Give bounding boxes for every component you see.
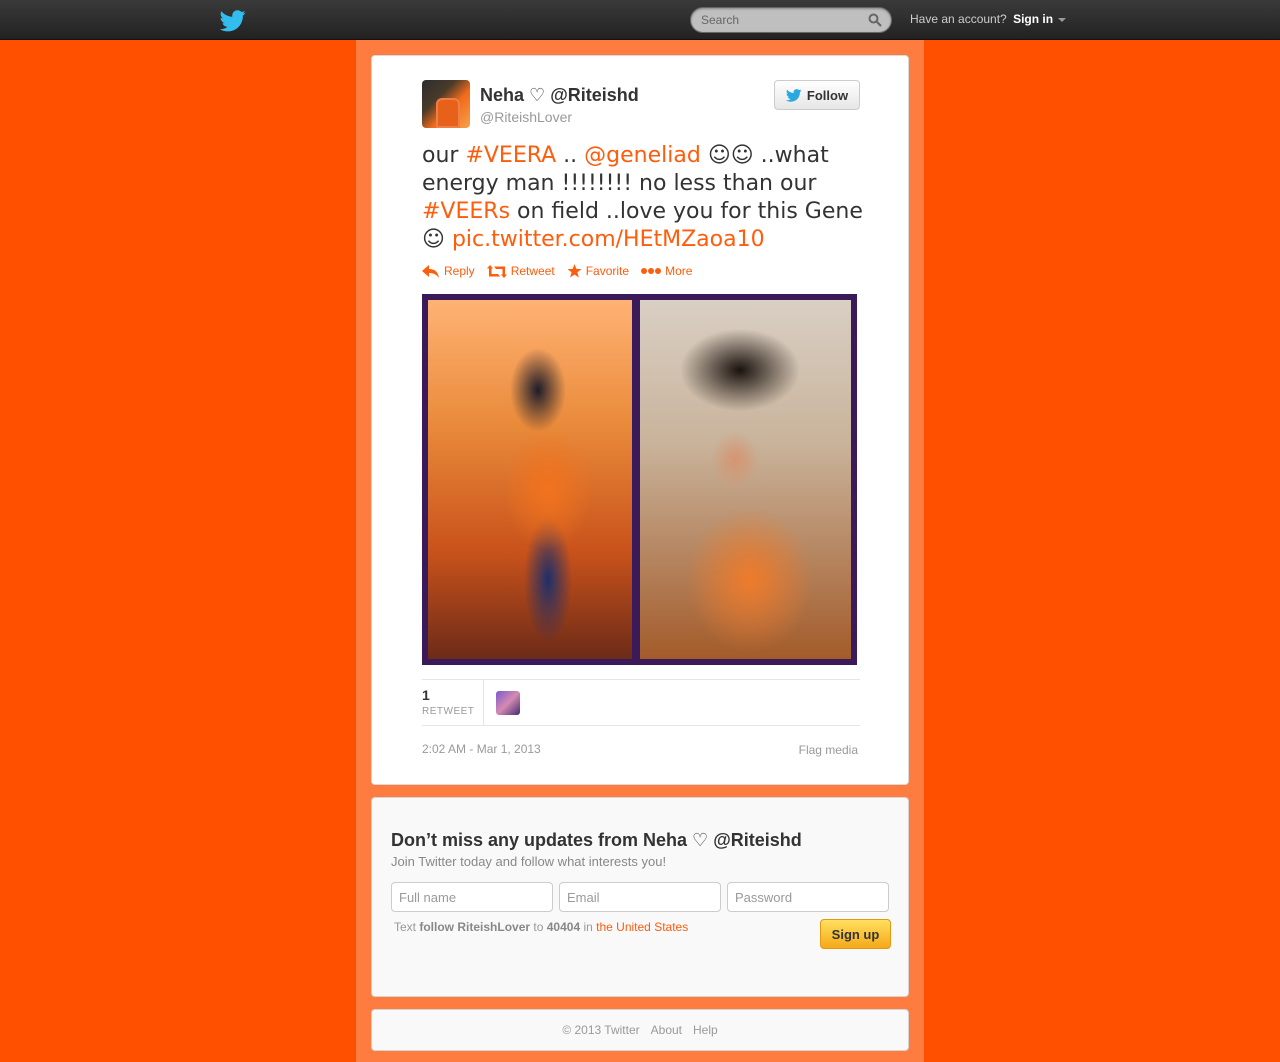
have-account-text: Have an account? [910, 12, 1007, 26]
hashtag-link[interactable]: #VEERs [422, 199, 510, 224]
search-input[interactable] [701, 11, 861, 29]
email-field[interactable] [559, 882, 721, 912]
fullname-handle: @Riteishd [550, 85, 639, 105]
sms-follow-text: Text follow RiteishLover to 40404 in the… [394, 920, 688, 934]
help-link[interactable]: Help [693, 1023, 718, 1037]
heart-symbol: ♡ [529, 85, 546, 105]
retweeter-avatar[interactable] [496, 691, 520, 715]
account-menu: Have an account? Sign in [910, 12, 1067, 26]
tweet-timestamp[interactable]: 2:02 AM - Mar 1, 2013 [422, 742, 541, 756]
sms-command: follow RiteishLover [419, 920, 531, 934]
tweet-media-image[interactable] [422, 294, 857, 665]
media-panel-left [428, 300, 632, 659]
tweet-text: our #VEERA .. @geneliad ☺☺ ..what energy… [422, 142, 870, 254]
reply-button[interactable]: Reply [422, 264, 475, 278]
twitter-bird-icon [785, 88, 802, 102]
retweet-label: Retweet [510, 264, 555, 278]
retweet-icon [486, 264, 507, 278]
follow-button[interactable]: Follow [774, 80, 860, 110]
tweet-text-part: our [422, 143, 466, 168]
country-link[interactable]: the United States [596, 920, 688, 934]
sms-to: to [533, 920, 544, 934]
more-button[interactable]: More [641, 264, 692, 278]
follow-label: Follow [806, 87, 849, 103]
reply-label: Reply [444, 264, 475, 278]
full-name-field[interactable] [391, 882, 553, 912]
footer: © 2013 Twitter About Help [371, 1009, 909, 1051]
hashtag-link[interactable]: #VEERA [465, 143, 556, 168]
sign-in-link[interactable]: Sign in [1013, 12, 1053, 26]
flag-media-link[interactable]: Flag media [799, 743, 858, 757]
fullname-text: Neha [480, 85, 525, 105]
reply-icon [422, 264, 439, 278]
media-link[interactable]: pic.twitter.com/HEtMZaoa10 [452, 227, 765, 252]
twitter-bird-icon[interactable] [220, 10, 246, 32]
avatar[interactable] [422, 80, 470, 128]
user-fullname[interactable]: Neha ♡ @Riteishd [480, 85, 639, 106]
favorite-button[interactable]: Favorite [567, 264, 629, 278]
retweet-button[interactable]: Retweet [486, 264, 555, 278]
signup-title: Don’t miss any updates from Neha ♡ @Rite… [391, 830, 802, 850]
tweet-actions: Reply Retweet Favorite More [422, 264, 692, 278]
sign-up-button[interactable]: Sign up [820, 919, 891, 949]
media-panel-right [640, 300, 851, 659]
signup-card: Don’t miss any updates from Neha ♡ @Rite… [371, 797, 909, 997]
signup-subtitle: Join Twitter today and follow what inter… [391, 854, 667, 869]
retweet-count[interactable]: 1 [422, 687, 430, 703]
search-icon[interactable] [868, 13, 882, 27]
star-icon [567, 264, 582, 278]
chevron-down-icon[interactable] [1058, 17, 1067, 22]
user-handle[interactable]: @RiteishLover [480, 109, 572, 125]
stats-divider [483, 680, 484, 725]
copyright: © 2013 Twitter [562, 1023, 640, 1037]
sms-number: 40404 [546, 920, 581, 934]
about-link[interactable]: About [651, 1023, 682, 1037]
mention-link[interactable]: @geneliad [584, 143, 701, 168]
tweet-stats: 1 RETWEET [422, 679, 860, 726]
tweet-card: Neha ♡ @Riteishd @RiteishLover Follow ou… [371, 55, 909, 785]
password-field[interactable] [727, 882, 889, 912]
favorite-label: Favorite [585, 264, 630, 278]
sms-text-label: Text [394, 920, 417, 934]
tweet-text-part: .. [556, 143, 585, 168]
top-bar: Have an account? Sign in [0, 0, 1280, 40]
more-label: More [665, 264, 693, 278]
sms-in: in [583, 920, 593, 934]
content-column: Neha ♡ @Riteishd @RiteishLover Follow ou… [356, 40, 924, 1062]
more-dots-icon [641, 268, 662, 274]
retweet-count-label: RETWEET [422, 706, 475, 717]
search-box [690, 7, 892, 33]
